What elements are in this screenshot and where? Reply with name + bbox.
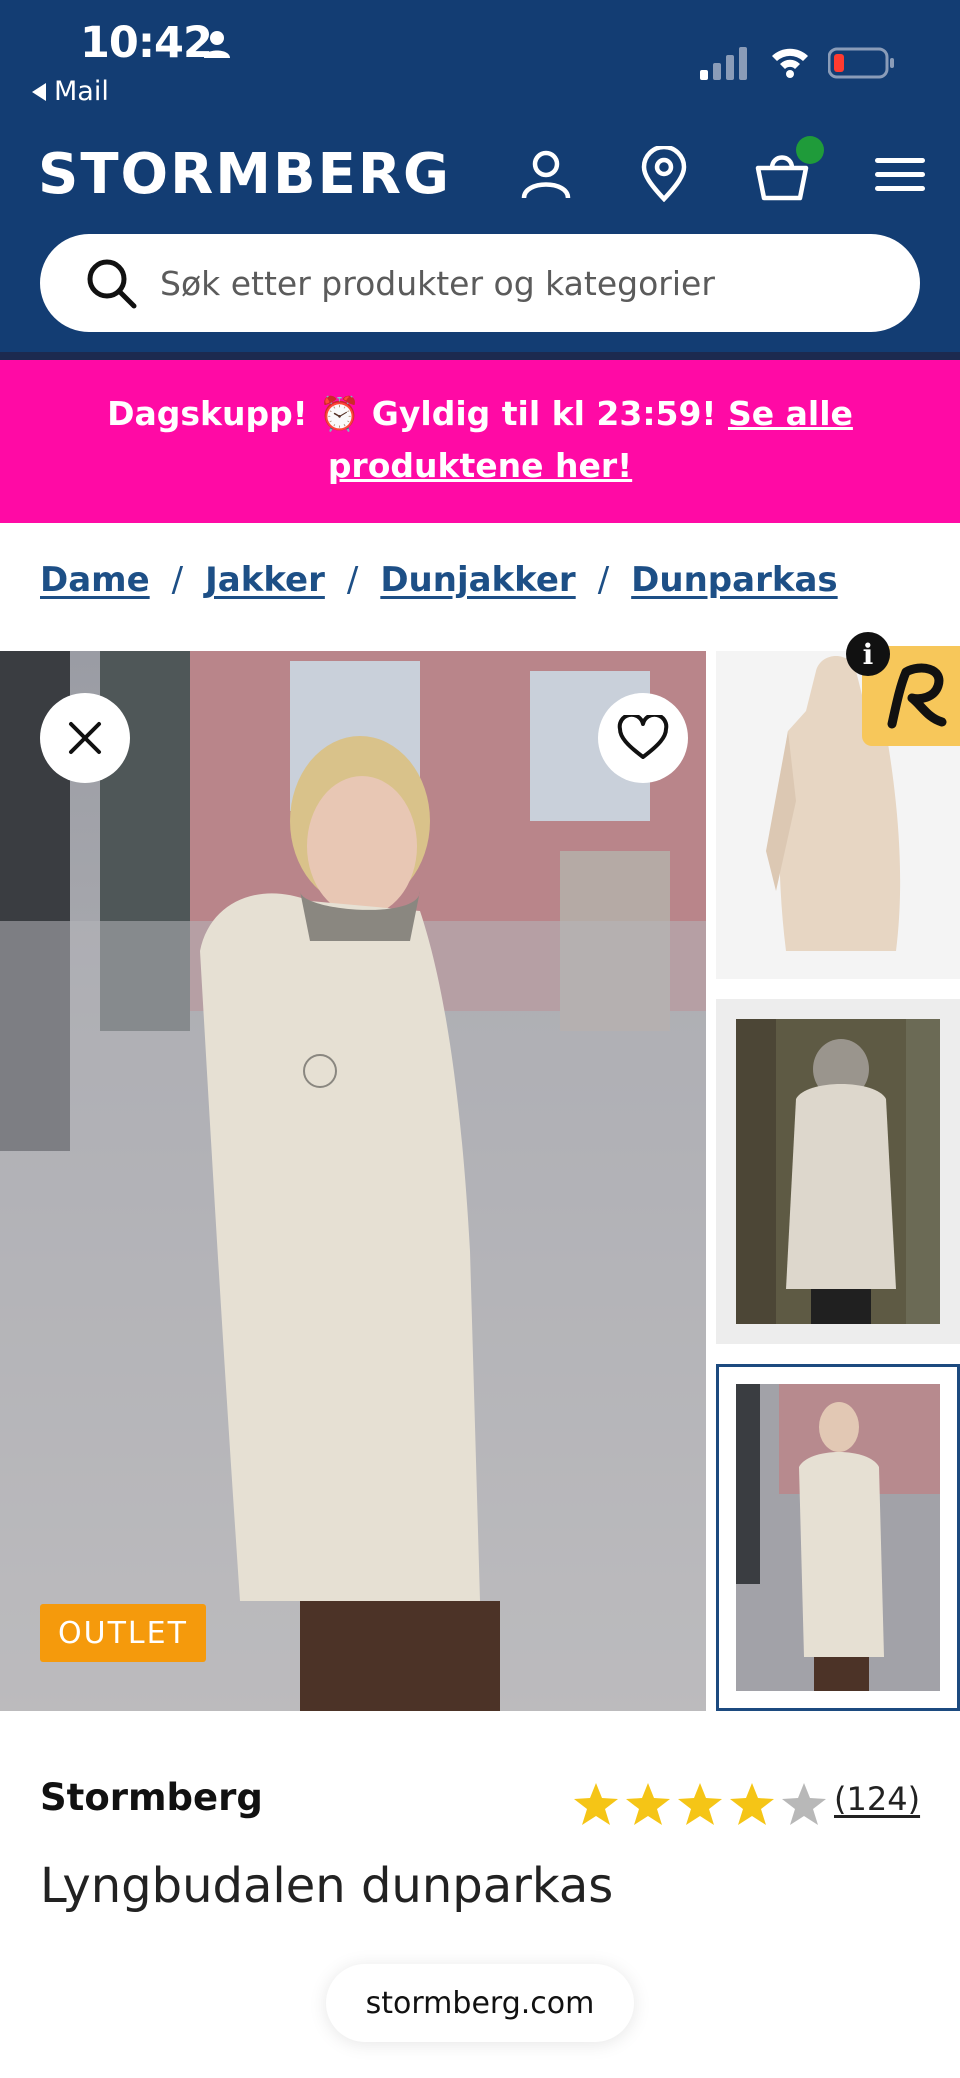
breadcrumb-item-dunparkas[interactable]: Dunparkas bbox=[631, 560, 837, 600]
jacket-back-image bbox=[716, 999, 960, 1344]
back-to-mail[interactable]: Mail bbox=[32, 76, 109, 107]
browser-url-bar[interactable]: stormberg.com bbox=[326, 1964, 634, 2042]
wifi-icon bbox=[772, 48, 808, 78]
product-brand[interactable]: Stormberg bbox=[40, 1776, 263, 1819]
product-main-image[interactable] bbox=[0, 651, 706, 1711]
back-view-thumbnail[interactable] bbox=[716, 999, 960, 1344]
menu-icon[interactable] bbox=[872, 146, 928, 202]
star-filled-icon bbox=[574, 1783, 618, 1825]
cellular-signal-icon bbox=[700, 47, 747, 80]
model-side-image bbox=[719, 1367, 957, 1708]
outlet-badge: OUTLET bbox=[40, 1604, 206, 1662]
store-location-icon[interactable] bbox=[636, 146, 692, 202]
promo-banner: Dagskupp! ⏰ Gyldig til kl 23:59! Se alle… bbox=[0, 360, 960, 523]
star-filled-icon bbox=[678, 1783, 722, 1825]
account-icon[interactable] bbox=[518, 146, 574, 202]
breadcrumb: Dame / Jakker / Dunjakker / Dunparkas bbox=[40, 560, 838, 600]
breadcrumb-separator: / bbox=[597, 560, 610, 600]
stormberg-logo[interactable]: STORMBERG bbox=[38, 142, 451, 207]
model-side-thumbnail[interactable] bbox=[716, 1364, 960, 1711]
breadcrumb-item-jakker[interactable]: Jakker bbox=[205, 560, 325, 600]
breadcrumb-item-dunjakker[interactable]: Dunjakker bbox=[380, 560, 575, 600]
product-name: Lyngbudalen dunparkas bbox=[40, 1858, 614, 1914]
info-icon[interactable]: i bbox=[846, 632, 890, 676]
search-input[interactable] bbox=[160, 263, 880, 303]
close-icon bbox=[69, 722, 101, 754]
star-empty-icon bbox=[782, 1783, 826, 1825]
breadcrumb-separator: / bbox=[346, 560, 359, 600]
star-filled-icon bbox=[626, 1783, 670, 1825]
person-status-icon bbox=[204, 31, 230, 58]
site-header: 10:42 Mail STORMBERG bbox=[0, 0, 960, 356]
promo-text: Dagskupp! ⏰ Gyldig til kl 23:59! bbox=[107, 394, 728, 433]
header-divider bbox=[0, 352, 960, 360]
cart-status-dot bbox=[796, 136, 824, 164]
rating-count-link[interactable]: (124) bbox=[834, 1780, 920, 1818]
search-bar[interactable] bbox=[40, 234, 920, 332]
back-arrow-icon bbox=[32, 82, 46, 101]
back-mail-label: Mail bbox=[54, 76, 109, 107]
favorite-button[interactable] bbox=[598, 693, 688, 783]
search-icon bbox=[87, 259, 137, 309]
breadcrumb-separator: / bbox=[171, 560, 184, 600]
battery-icon bbox=[828, 47, 894, 79]
rating-stars[interactable] bbox=[572, 1780, 828, 1828]
status-time: 10:42 bbox=[80, 18, 213, 68]
star-filled-icon bbox=[730, 1783, 774, 1825]
product-photo-illustration bbox=[0, 651, 706, 1711]
close-button[interactable] bbox=[40, 693, 130, 783]
heart-icon bbox=[617, 715, 669, 759]
breadcrumb-item-dame[interactable]: Dame bbox=[40, 560, 150, 600]
